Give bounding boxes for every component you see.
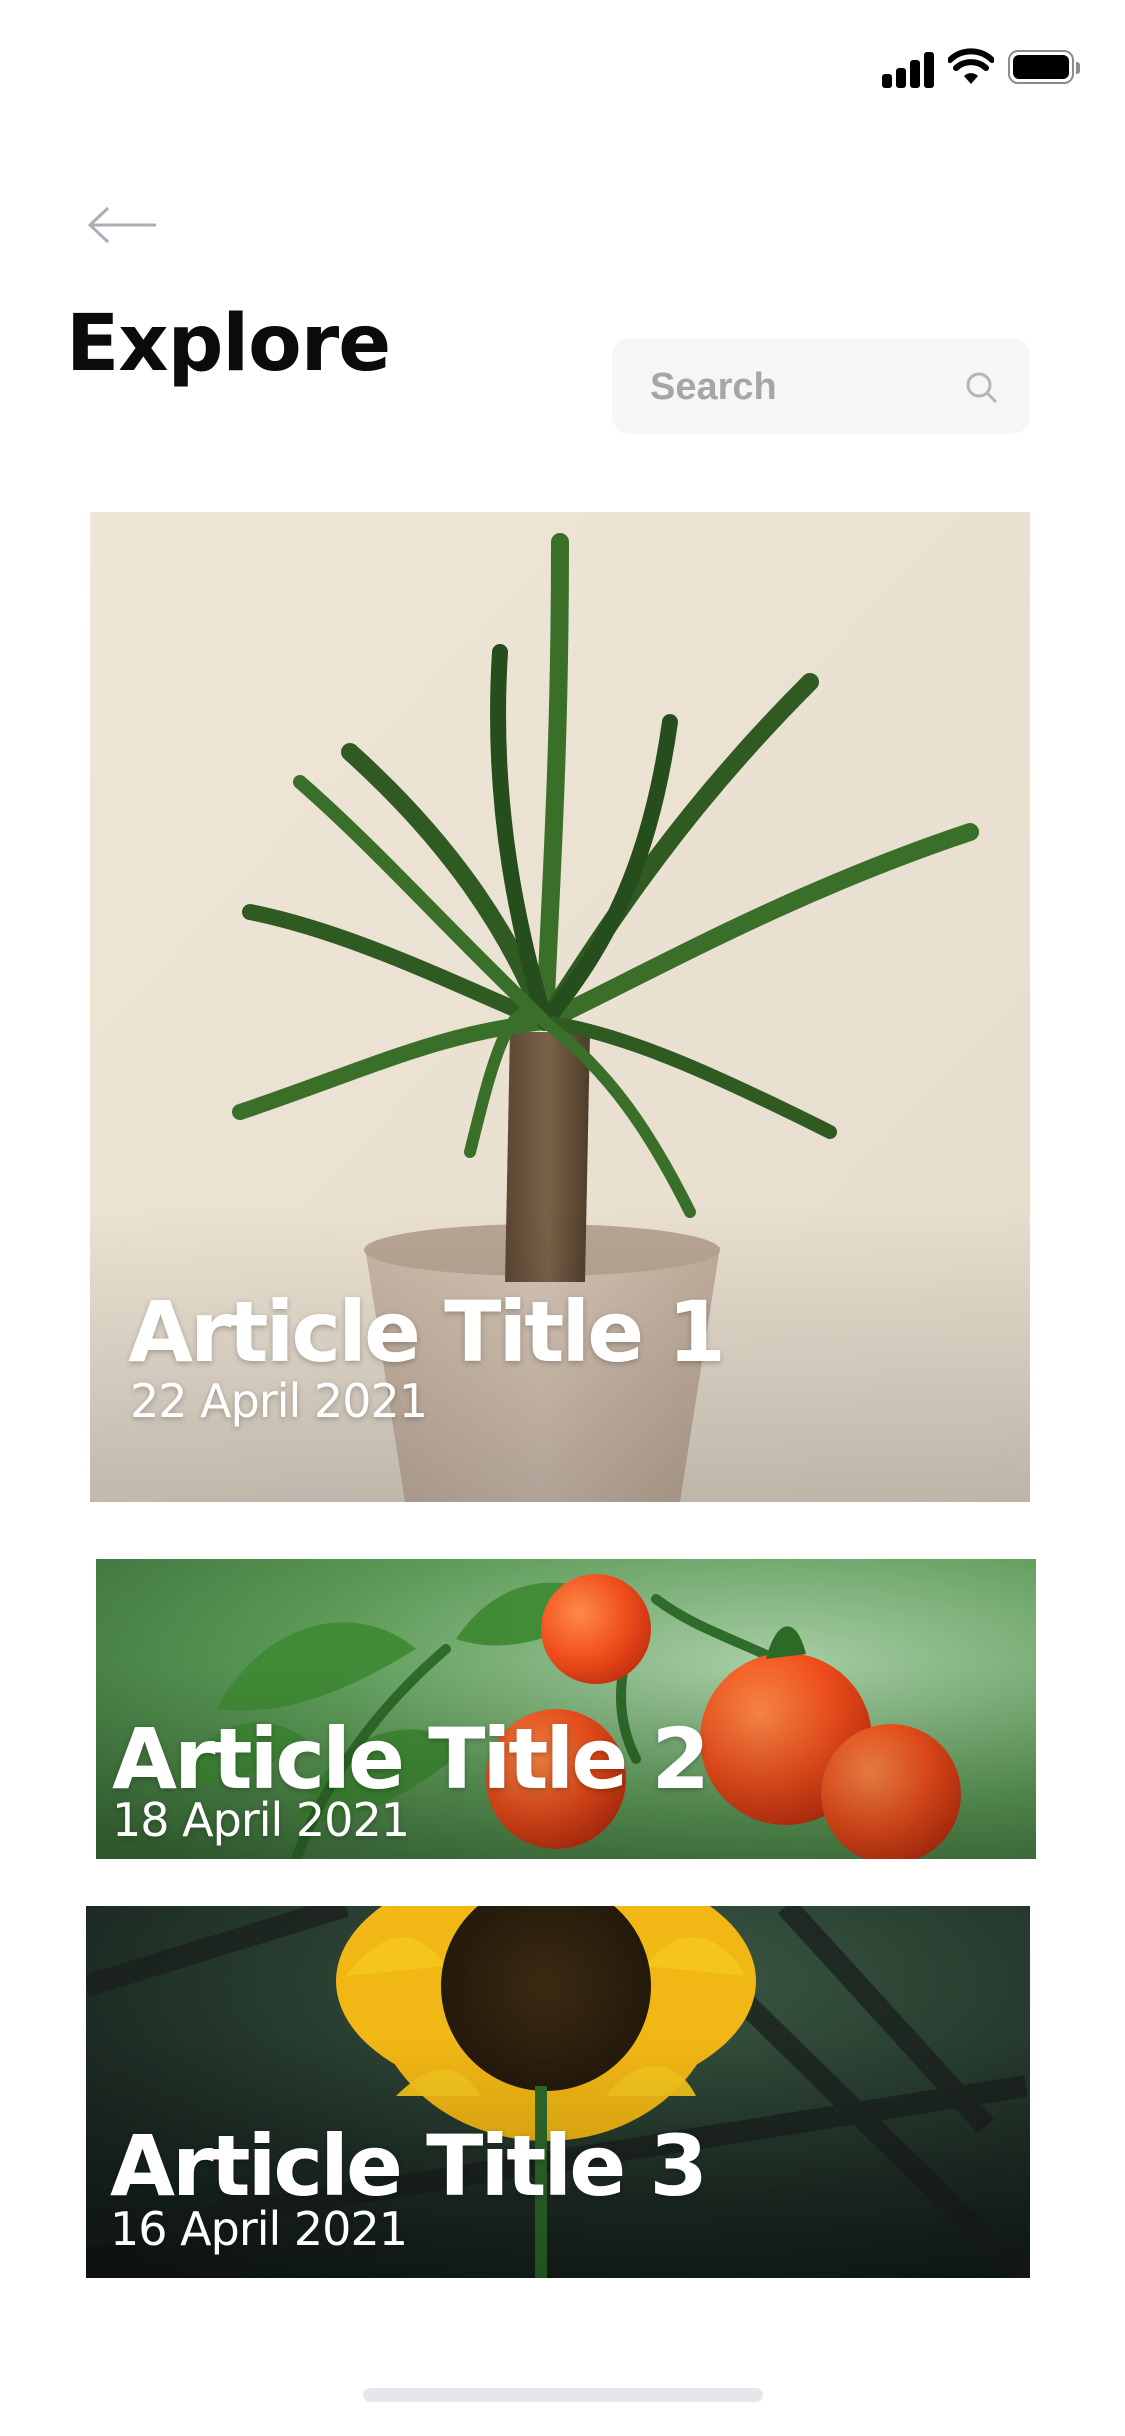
article-card-1[interactable]: Article Title 1 22 April 2021 — [90, 512, 1030, 1502]
status-bar — [0, 0, 1125, 140]
article-title: Article Title 1 — [128, 1283, 726, 1381]
article-date: 22 April 2021 — [130, 1374, 428, 1428]
home-indicator[interactable] — [363, 2388, 763, 2402]
battery-icon — [1008, 50, 1084, 86]
article-date: 18 April 2021 — [112, 1793, 410, 1847]
article-card-3[interactable]: Article Title 3 16 April 2021 — [86, 1906, 1030, 2278]
article-card-2[interactable]: Article Title 2 18 April 2021 — [96, 1559, 1036, 1859]
cellular-signal-icon — [882, 48, 938, 88]
article-title: Article Title 2 — [112, 1710, 710, 1808]
wifi-icon — [948, 48, 994, 84]
article-date: 16 April 2021 — [110, 2202, 408, 2256]
article-title: Article Title 3 — [110, 2117, 708, 2215]
search-icon[interactable] — [964, 370, 998, 404]
search-input[interactable] — [648, 338, 952, 436]
page-title: Explore — [66, 299, 391, 389]
search-bar[interactable] — [612, 338, 1030, 436]
back-arrow-icon[interactable] — [86, 200, 158, 250]
